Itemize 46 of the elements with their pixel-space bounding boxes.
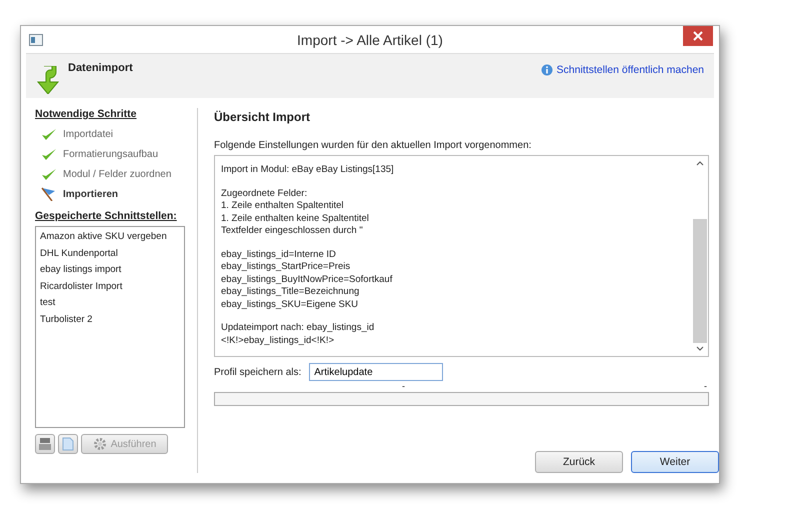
saved-list-item[interactable]: Turbolister 2 [40, 314, 184, 330]
next-button[interactable]: Weiter [631, 451, 719, 473]
saved-list-item[interactable]: ebay listings import [40, 264, 184, 280]
section-title: Übersicht Import [214, 110, 312, 124]
saved-list-item[interactable]: Ricardolister Import [40, 280, 184, 297]
summary-line: ebay_listings_BuyItNowPrice=Sofortkauf [221, 274, 394, 286]
network-button[interactable] [35, 434, 55, 454]
summary-line: 1. Zeile enthalten Spaltentitel [221, 200, 345, 212]
publish-link[interactable]: Schnittstellen öffentlich machen [556, 64, 704, 76]
summary-line: 1. Zeile enthalten keine Spaltentitel [221, 212, 370, 225]
download-arrow-icon [36, 66, 62, 94]
saved-heading: Gespeicherte Schnittstellen: [35, 210, 178, 222]
summary-line: Zugeordnete Felder: [221, 188, 308, 200]
summary-line: Import in Modul: eBay eBay Listings[135] [221, 164, 395, 176]
progress-label: - [402, 381, 405, 391]
summary-line: ebay_listings_SKU=Eigene SKU [221, 298, 360, 311]
close-button[interactable] [683, 26, 713, 46]
saved-list-item[interactable]: DHL Kundenportal [40, 248, 184, 264]
summary-line: ebay_listings_id=Interne ID [221, 248, 337, 261]
steps-heading: Notwendige Schritte [35, 108, 138, 120]
profile-name-field[interactable]: Artikelupdate [309, 363, 444, 381]
document-icon [62, 437, 74, 451]
scroll-up-icon[interactable] [696, 160, 704, 166]
header-title: Datenimport [68, 62, 133, 74]
saved-list-item[interactable]: test [40, 297, 184, 314]
step-label: Importdatei [63, 128, 114, 140]
gear-icon [92, 437, 107, 451]
close-icon [693, 31, 703, 41]
profile-label: Profil speichern als: [214, 366, 302, 378]
summary-line: ebay_listings_StartPrice=Preis [221, 261, 352, 274]
summary-line: ebay_listings_Title=Bezeichnung [221, 286, 360, 298]
summary-line: Updateimport nach: ebay_listings_id [221, 322, 376, 334]
window-title: Import -> Alle Artikel (1) [296, 32, 444, 48]
intro-text: Folgende Einstellungen wurden für den aktuellen Import vorgenommen: [214, 140, 532, 151]
step-label: Modul / Felder zuordnen [63, 168, 172, 180]
window-icon [29, 34, 43, 46]
info-icon [540, 64, 553, 76]
saved-list-item[interactable]: Amazon aktive SKU vergeben [40, 231, 184, 248]
summary-line: Textfelder eingeschlossen durch " [221, 225, 364, 238]
progress-label: - [704, 381, 707, 391]
scroll-down-icon[interactable] [696, 346, 704, 352]
back-button[interactable]: Zurück [535, 451, 623, 473]
summary-line: <!K!>ebay_listings_id<!K!> [221, 334, 336, 347]
step-label: Importieren [63, 188, 118, 200]
computer-icon [38, 437, 52, 451]
step-label: Formatierungsaufbau [63, 148, 158, 160]
